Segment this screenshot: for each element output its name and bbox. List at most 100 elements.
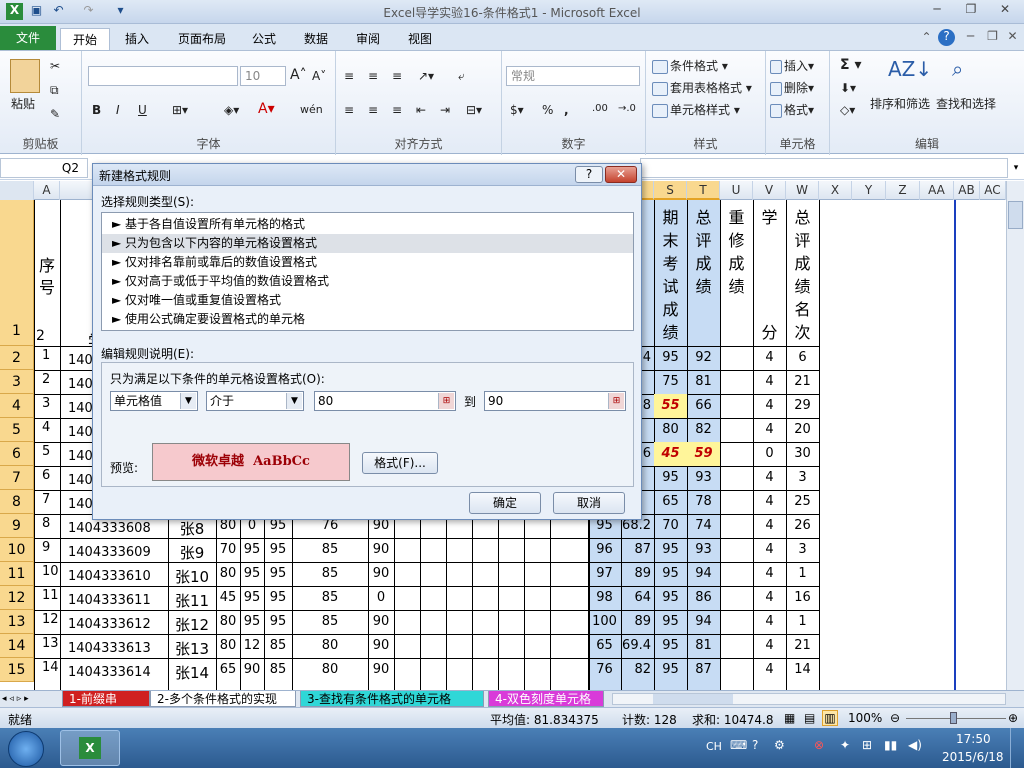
tab-file[interactable]: 文件 — [0, 26, 56, 50]
cell-q[interactable]: 97 — [588, 562, 621, 586]
cell-w[interactable]: 3 — [786, 466, 819, 490]
cell-q[interactable]: 100 — [588, 610, 621, 634]
cell-h[interactable]: 0 — [368, 586, 394, 610]
cell-w[interactable]: 1 — [786, 562, 819, 586]
rule-type-item[interactable]: ► 仅对唯一值或重复值设置格式 — [102, 291, 633, 310]
tab-data[interactable]: 数据 — [296, 28, 336, 50]
min-value-input[interactable]: 80 ⊞ — [314, 391, 456, 411]
font-name-combo[interactable] — [88, 66, 238, 86]
expand-formula-icon[interactable]: ▾ — [1010, 158, 1022, 178]
ime-tray-icon[interactable]: ✦ — [840, 738, 850, 752]
currency-icon[interactable]: $▾ — [510, 103, 524, 117]
number-format-combo[interactable]: 常规 — [506, 66, 640, 86]
cell-g[interactable]: 80 — [292, 658, 368, 682]
zoom-level[interactable]: 100% — [848, 711, 882, 725]
header-rank[interactable]: 成 — [786, 252, 819, 275]
range-select-icon[interactable]: ⊞ — [438, 393, 454, 409]
cell-f[interactable]: 95 — [264, 538, 292, 562]
header-final-exam[interactable]: 绩 — [654, 321, 687, 344]
rule-type-item[interactable]: ► 仅对排名靠前或靠后的数值设置格式 — [102, 253, 633, 272]
grow-font-icon[interactable]: A˄ — [290, 67, 307, 83]
clear-icon[interactable]: ◇▾ — [840, 103, 855, 117]
network-icon[interactable]: ▮▮ — [884, 738, 897, 752]
row-header[interactable]: 14 — [0, 634, 34, 658]
range-select-icon[interactable]: ⊞ — [608, 393, 624, 409]
vertical-scroll-thumb[interactable] — [1008, 201, 1023, 229]
cell-t[interactable]: 94 — [687, 562, 720, 586]
font-size-combo[interactable]: 10 — [240, 66, 286, 86]
increase-decimal-button[interactable]: .00 — [592, 103, 608, 114]
cell-v[interactable]: 4 — [753, 634, 786, 658]
cell-f[interactable]: 85 — [264, 658, 292, 682]
help-icon[interactable]: ? — [938, 29, 955, 46]
cell-v[interactable]: 4 — [753, 514, 786, 538]
header-total-score[interactable]: 评 — [687, 229, 720, 252]
cell-t[interactable]: 59 — [687, 442, 720, 466]
row-header[interactable]: 11 — [0, 562, 34, 586]
wb-close-icon[interactable]: ✕ — [1004, 29, 1021, 46]
horizontal-scrollbar[interactable] — [612, 693, 1006, 705]
percent-button[interactable]: % — [542, 103, 553, 117]
cell-r[interactable]: 89 — [621, 610, 654, 634]
cut-icon[interactable]: ✂ — [50, 59, 60, 73]
restore-button[interactable]: ❐ — [958, 2, 984, 20]
cell-s[interactable]: 55 — [654, 394, 687, 418]
cell-e[interactable]: 90 — [240, 658, 264, 682]
clock-date[interactable]: 2015/6/18 — [942, 750, 1004, 764]
cell-v[interactable]: 4 — [753, 586, 786, 610]
format-as-table-button[interactable]: 套用表格格式 ▾ — [652, 79, 752, 96]
sheet-tab-3[interactable]: 3-查找有条件格式的单元格 — [300, 691, 484, 707]
format-cells-button[interactable]: 格式▾ — [770, 101, 814, 118]
cell-t[interactable]: 81 — [687, 634, 720, 658]
cell-a[interactable]: 1 — [34, 346, 60, 370]
cell-v[interactable]: 0 — [753, 442, 786, 466]
cell-v[interactable]: 4 — [753, 370, 786, 394]
cell-s[interactable]: 45 — [654, 442, 687, 466]
cell-t[interactable]: 94 — [687, 610, 720, 634]
cell-c[interactable]: 张12 — [168, 610, 216, 634]
help-tray-icon[interactable]: ? — [752, 738, 758, 752]
cell-d[interactable]: 80 — [216, 562, 240, 586]
taskbar-excel-button[interactable]: X — [60, 730, 120, 766]
cell-s[interactable]: 95 — [654, 610, 687, 634]
cell-value-select[interactable]: 单元格值 ▼ — [110, 391, 198, 411]
underline-button[interactable]: U — [138, 103, 147, 117]
cell-w[interactable]: 14 — [786, 658, 819, 682]
align-center-icon[interactable]: ≡ — [368, 103, 378, 117]
wb-restore-icon[interactable]: ❐ — [984, 29, 1001, 46]
row-header[interactable]: 7 — [0, 466, 34, 490]
sort-filter-icon[interactable]: AZ↓ — [888, 57, 932, 81]
cell-w[interactable]: 21 — [786, 634, 819, 658]
zoom-slider-thumb[interactable] — [950, 712, 957, 724]
cell-a[interactable]: 7 — [34, 490, 60, 514]
cell-t[interactable]: 86 — [687, 586, 720, 610]
zoom-out-icon[interactable]: ⊖ — [890, 711, 900, 725]
header-rank[interactable]: 总 — [786, 206, 819, 229]
rule-type-item[interactable]: ► 使用公式确定要设置格式的单元格 — [102, 310, 633, 329]
cell-a[interactable]: 12 — [34, 610, 60, 634]
fill-color-icon[interactable]: ◈▾ — [224, 103, 239, 117]
cell-r[interactable]: 64 — [621, 586, 654, 610]
rule-type-item[interactable]: ► 仅对高于或低于平均值的数值设置格式 — [102, 272, 633, 291]
col-x[interactable]: X — [819, 181, 852, 200]
italic-button[interactable]: I — [116, 103, 120, 117]
autosum-button[interactable]: Σ ▾ — [840, 57, 861, 73]
copy-icon[interactable]: ⧉ — [50, 83, 59, 98]
header-final-exam[interactable]: 试 — [654, 275, 687, 298]
cell-v[interactable]: 4 — [753, 346, 786, 370]
cell-e[interactable]: 95 — [240, 562, 264, 586]
format-button[interactable]: 格式(F)... — [362, 452, 438, 474]
cancel-button[interactable]: 取消 — [553, 492, 625, 514]
align-left-icon[interactable]: ≡ — [344, 103, 354, 117]
cell-s[interactable]: 95 — [654, 562, 687, 586]
cell-s[interactable]: 95 — [654, 346, 687, 370]
cell-v[interactable]: 4 — [753, 562, 786, 586]
merge-center-icon[interactable]: ⊟▾ — [466, 103, 482, 117]
cell-v[interactable]: 4 — [753, 490, 786, 514]
paste-button[interactable]: 粘贴 — [11, 95, 35, 112]
cell-a[interactable]: 10 — [34, 562, 60, 586]
orientation-icon[interactable]: ↗▾ — [418, 69, 434, 83]
col-aa[interactable]: AA — [920, 181, 954, 200]
cell-g[interactable]: 85 — [292, 562, 368, 586]
cell-a[interactable]: 8 — [34, 514, 60, 538]
